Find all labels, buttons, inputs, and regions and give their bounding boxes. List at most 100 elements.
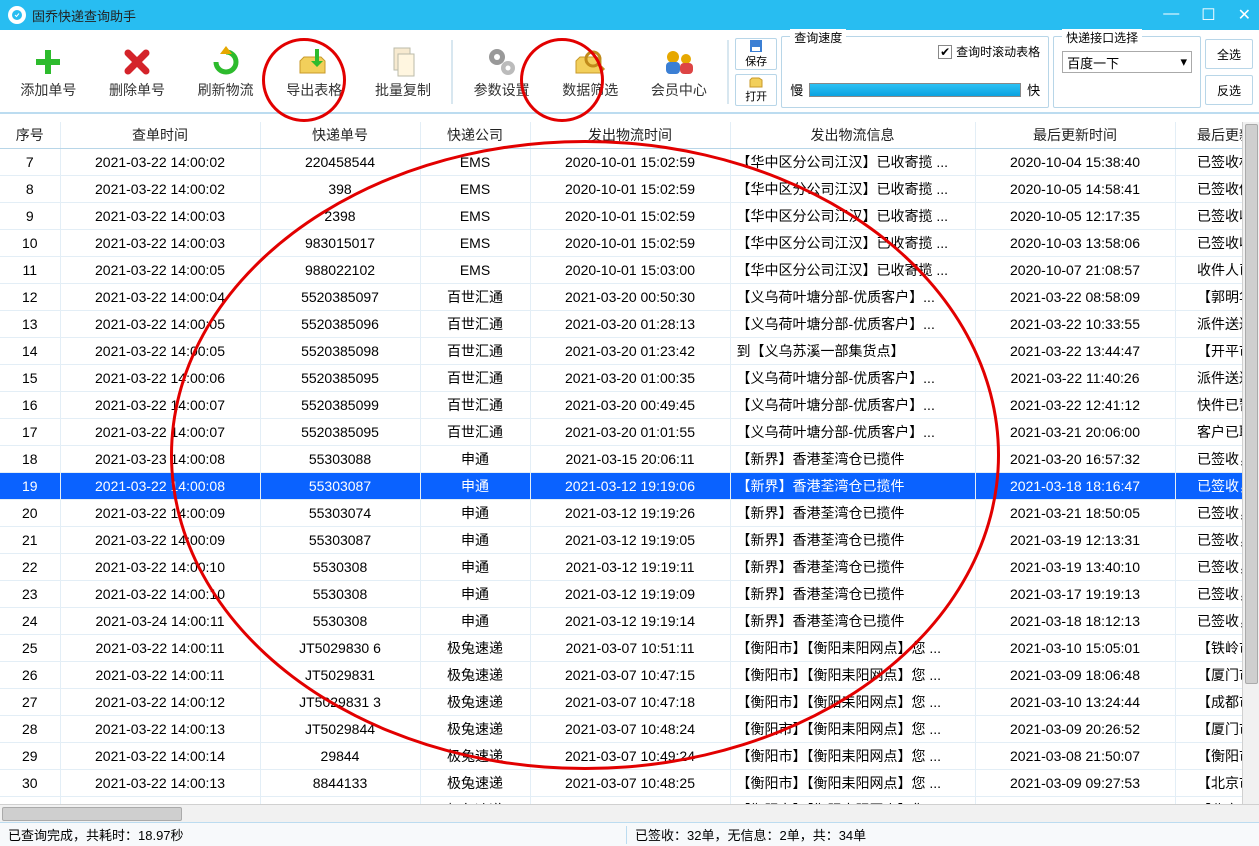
batch-copy-button[interactable]: 批量复制 [361,36,446,108]
table-row[interactable]: 222021-03-22 14:00:105530308申通2021-03-12… [0,554,1259,581]
table-cell: 百世汇通 [420,284,530,311]
table-row[interactable]: 172021-03-22 14:00:075520385095百世汇通2021-… [0,419,1259,446]
open-icon [749,76,763,88]
delete-tracking-button[interactable]: 删除单号 [95,36,180,108]
table-cell: 15 [0,365,60,392]
table-row[interactable]: 282021-03-22 14:00:13JT5029844极兔速递2021-0… [0,716,1259,743]
table-cell: 【新界】香港荃湾仓已揽件 [730,554,975,581]
table-cell: 8844133 [260,770,420,797]
table-cell: 极兔速递 [420,797,530,805]
table-cell: 5520385099 [260,392,420,419]
table-cell: 极兔速递 [420,743,530,770]
maximize-button[interactable]: ☐ [1201,5,1215,25]
table-row[interactable]: 232021-03-22 14:00:105530308申通2021-03-12… [0,581,1259,608]
table-cell: 5520385095 [260,419,420,446]
horizontal-scrollbar[interactable] [0,804,1259,822]
table-cell: 30 [0,770,60,797]
minimize-button[interactable]: — [1163,5,1179,25]
table-cell: 23 [0,581,60,608]
app-icon [8,6,26,24]
table-cell: 5520385098 [260,338,420,365]
refresh-button[interactable]: 刷新物流 [183,36,268,108]
table-cell: 2020-10-01 15:02:59 [530,230,730,257]
table-row[interactable]: 132021-03-22 14:00:055520385096百世汇通2021-… [0,311,1259,338]
table-row[interactable]: 292021-03-22 14:00:14 29844极兔速递2021-03-0… [0,743,1259,770]
table-cell: 2021-03-21 18:50:05 [975,500,1175,527]
close-button[interactable]: ✕ [1238,5,1251,25]
table-cell: 2021-03-22 14:00:07 [60,392,260,419]
open-button[interactable]: 打开 [735,74,777,106]
speed-slider[interactable] [809,83,1021,97]
table-cell: 2021-03-22 14:00:13 [60,716,260,743]
table-row[interactable]: 312021-03-22 14:00:14 9844133850极兔速递2021… [0,797,1259,805]
scroll-check-label[interactable]: 查询时滚动表格 [956,43,1040,60]
interface-select[interactable]: 百度一下 ▾ [1062,51,1192,73]
export-button[interactable]: 导出表格 [272,36,357,108]
table-cell: 8 [0,176,60,203]
column-header[interactable]: 最后更新时间 [975,122,1175,149]
table-cell: 【华中区分公司江汉】已收寄揽 ... [730,257,975,284]
table-cell: 20 [0,500,60,527]
vertical-scrollbar[interactable] [1242,122,1259,804]
table-cell: 2021-03-10 13:24:44 [975,689,1175,716]
speed-group: 查询速度 ✔ 查询时滚动表格 慢 快 [781,36,1049,108]
table-row[interactable]: 182021-03-23 14:00:0855303088申通2021-03-1… [0,446,1259,473]
table-row[interactable]: 192021-03-22 14:00:0855303087申通2021-03-1… [0,473,1259,500]
table-cell: 【衡阳市】【衡阳耒阳网点】您 ... [730,743,975,770]
checkbox-icon[interactable]: ✔ [938,45,952,59]
column-header[interactable]: 快递单号 [260,122,420,149]
column-header[interactable]: 发出物流信息 [730,122,975,149]
table-cell: 29844 [260,743,420,770]
app-title: 固乔快递查询助手 [32,6,136,25]
table-cell: 极兔速递 [420,689,530,716]
speed-fast-label: 快 [1027,80,1040,99]
table-header-row: 序号查单时间快递单号快递公司发出物流时间发出物流信息最后更新时间最后更新 [0,122,1259,149]
table-cell: 2021-03-10 15:05:01 [975,635,1175,662]
table-cell: 极兔速递 [420,635,530,662]
filter-icon [572,44,608,80]
table-cell: 2021-03-12 19:19:09 [530,581,730,608]
member-button[interactable]: 会员中心 [637,36,722,108]
table-row[interactable]: 82021-03-22 14:00:02 398EMS2020-10-01 15… [0,176,1259,203]
select-all-button[interactable]: 全选 [1205,39,1253,69]
table-row[interactable]: 302021-03-22 14:00:13 8844133极兔速递2021-03… [0,770,1259,797]
column-header[interactable]: 发出物流时间 [530,122,730,149]
column-header[interactable]: 序号 [0,122,60,149]
table-cell: 5520385095 [260,365,420,392]
plus-icon [30,44,66,80]
table-row[interactable]: 92021-03-22 14:00:03 2398EMS2020-10-01 1… [0,203,1259,230]
table-row[interactable]: 252021-03-22 14:00:11JT5029830 6极兔速递2021… [0,635,1259,662]
table-cell: 2021-03-09 20:26:52 [975,716,1175,743]
table-cell: 11 [0,257,60,284]
table-cell: 【新界】香港荃湾仓已揽件 [730,581,975,608]
add-tracking-button[interactable]: 添加单号 [6,36,91,108]
table-row[interactable]: 212021-03-22 14:00:0955303087申通2021-03-1… [0,527,1259,554]
table-cell: 14 [0,338,60,365]
table-cell: 2021-03-22 14:00:14 [60,743,260,770]
table-row[interactable]: 122021-03-22 14:00:045520385097百世汇通2021-… [0,284,1259,311]
table-cell: EMS [420,149,530,176]
table-cell: 2020-10-05 12:17:35 [975,203,1175,230]
export-icon [296,44,332,80]
table-row[interactable]: 112021-03-22 14:00:05988022102EMS2020-10… [0,257,1259,284]
table-row[interactable]: 102021-03-22 14:00:03983015017EMS2020-10… [0,230,1259,257]
save-button[interactable]: 保存 [735,38,777,70]
table-cell: 2021-03-18 18:16:47 [975,473,1175,500]
table-row[interactable]: 202021-03-22 14:00:0955303074申通2021-03-1… [0,500,1259,527]
table-cell: 26 [0,662,60,689]
chevron-down-icon: ▾ [1180,54,1187,70]
invert-select-button[interactable]: 反选 [1205,75,1253,105]
filter-button[interactable]: 数据筛选 [548,36,633,108]
params-button[interactable]: 参数设置 [459,36,544,108]
column-header[interactable]: 快递公司 [420,122,530,149]
table-cell: 2021-03-23 14:00:08 [60,446,260,473]
table-row[interactable]: 262021-03-22 14:00:11JT5029831极兔速递2021-0… [0,662,1259,689]
table-row[interactable]: 72021-03-22 14:00:02 220458544EMS2020-10… [0,149,1259,176]
table-row[interactable]: 142021-03-22 14:00:055520385098百世汇通2021-… [0,338,1259,365]
table-row[interactable]: 162021-03-22 14:00:075520385099百世汇通2021-… [0,392,1259,419]
table-row[interactable]: 242021-03-24 14:00:115530308申通2021-03-12… [0,608,1259,635]
table-row[interactable]: 272021-03-22 14:00:12JT5029831 3极兔速递2021… [0,689,1259,716]
table-row[interactable]: 152021-03-22 14:00:065520385095百世汇通2021-… [0,365,1259,392]
table-cell: 2021-03-22 14:00:08 [60,473,260,500]
column-header[interactable]: 查单时间 [60,122,260,149]
